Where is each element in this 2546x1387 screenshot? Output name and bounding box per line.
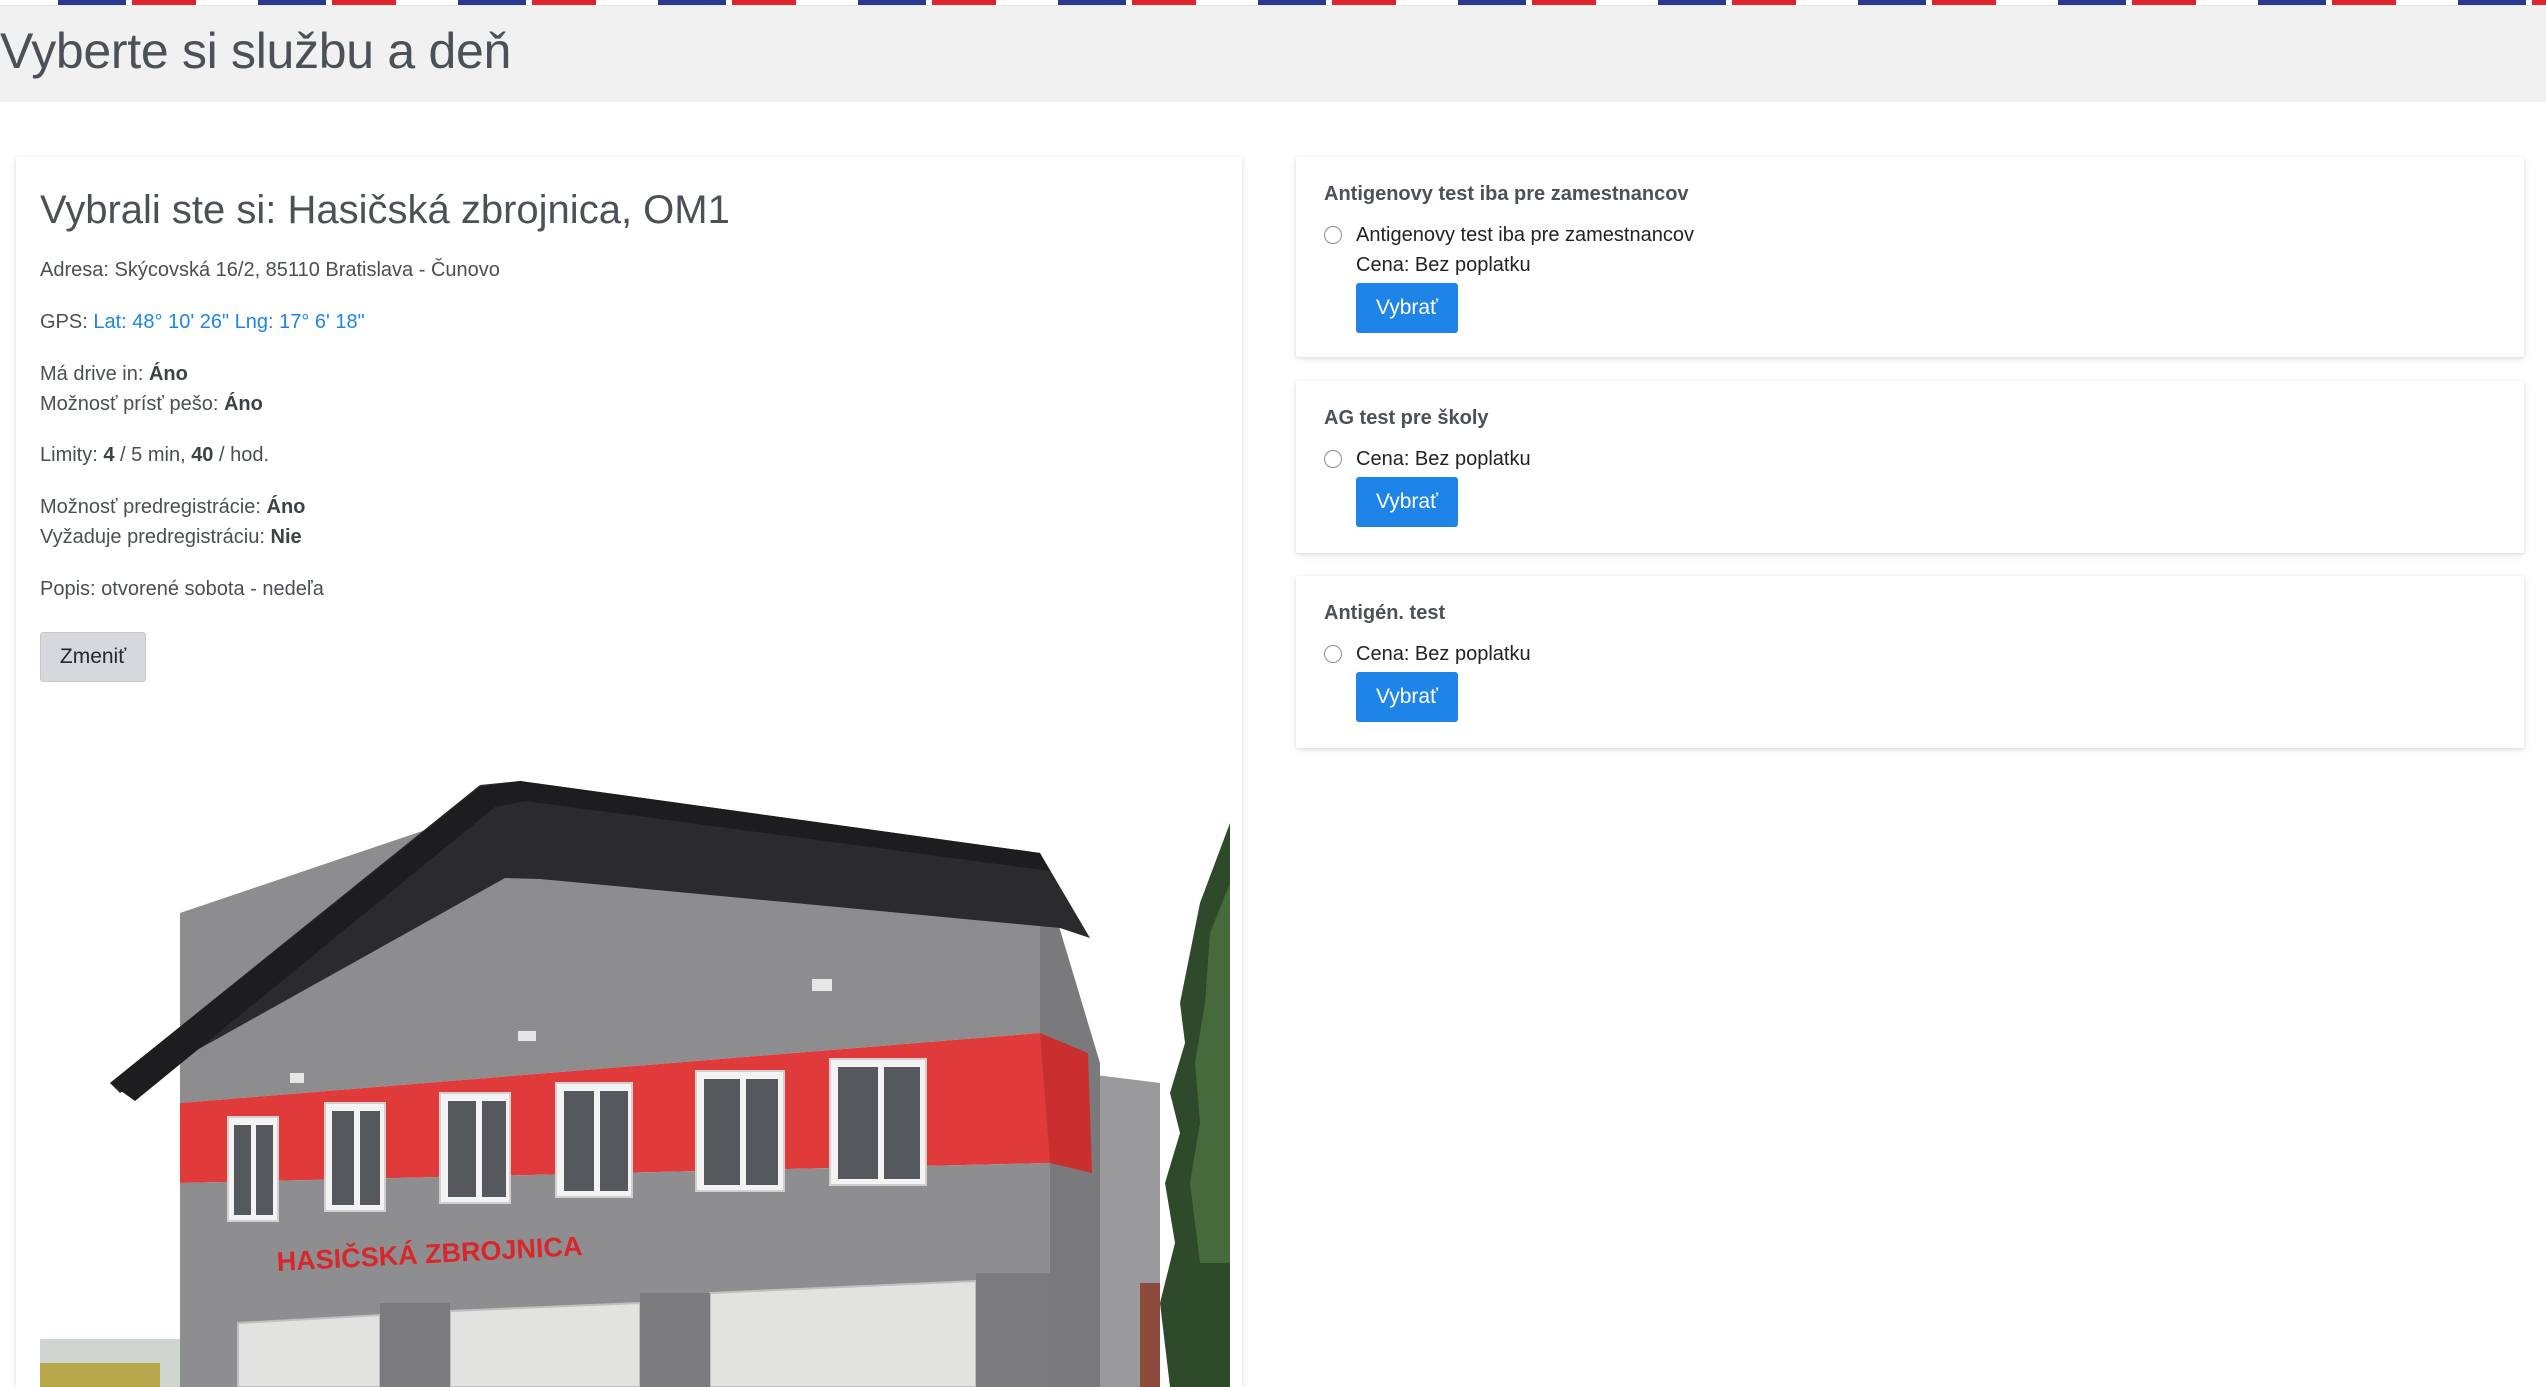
location-photo: HASIČSKÁ ZBROJNICA <box>40 703 1230 1387</box>
change-location-button[interactable]: Zmeniť <box>40 632 146 682</box>
limits-per-5min: 4 <box>103 444 115 466</box>
limits-per-hour-unit: / hod. <box>219 444 270 466</box>
service-card: Antigén. test Cena: Bez poplatku Vybrať <box>1296 576 2524 748</box>
gps-label: GPS: <box>40 311 88 333</box>
address-line: Adresa: Skýcovská 16/2, 85110 Bratislava… <box>40 255 500 285</box>
location-title: Vybrali ste si: Hasičská zbrojnica, OM1 <box>40 188 730 232</box>
drive-in-value: Áno <box>148 363 188 385</box>
drive-in-label: Má drive in: <box>40 363 144 385</box>
limits-per-hour: 40 <box>191 444 214 466</box>
service-title: Antigenovy test iba pre zamestnancov <box>1324 183 1689 205</box>
service-radio[interactable] <box>1324 645 1342 663</box>
description-label: Popis: <box>40 578 96 600</box>
limits-line: Limity: 4 / 5 min, 40 / hod. <box>40 440 269 470</box>
service-price: Cena: Bez poplatku <box>1356 254 1531 276</box>
description-line: Popis: otvorené sobota - nedeľa <box>40 574 324 604</box>
address-value: Skýcovská 16/2, 85110 Bratislava - Čunov… <box>114 259 500 281</box>
walk-in-label: Možnosť prísť pešo: <box>40 393 219 415</box>
prereg-possible-label: Možnosť predregistrácie: <box>40 496 261 518</box>
select-service-button[interactable]: Vybrať <box>1356 672 1458 722</box>
prereg-required-label: Vyžaduje predregistráciu: <box>40 526 265 548</box>
gps-line: GPS: Lat: 48° 10' 26" Lng: 17° 6' 18" <box>40 307 365 337</box>
selected-location-card: Vybrali ste si: Hasičská zbrojnica, OM1 … <box>16 157 1242 1387</box>
address-label: Adresa: <box>40 259 109 281</box>
prereg-possible-value: Áno <box>266 496 306 518</box>
service-card: AG test pre školy Cena: Bez poplatku Vyb… <box>1296 381 2524 553</box>
service-option-name: Antigenovy test iba pre zamestnancov <box>1356 224 1694 246</box>
service-title: Antigén. test <box>1324 602 1446 624</box>
service-radio[interactable] <box>1324 226 1342 244</box>
gps-link[interactable]: Lat: 48° 10' 26" Lng: 17° 6' 18" <box>93 311 364 333</box>
prereg-possible-line: Možnosť predregistrácie: Áno <box>40 492 305 522</box>
select-service-button[interactable]: Vybrať <box>1356 477 1458 527</box>
walk-in-value: Áno <box>223 393 263 415</box>
prereg-required-value: Nie <box>270 526 302 548</box>
page-title: Vyberte si službu a deň <box>0 23 511 79</box>
select-service-button[interactable]: Vybrať <box>1356 283 1458 333</box>
drive-in-line: Má drive in: Áno <box>40 359 188 389</box>
limits-label: Limity: <box>40 444 98 466</box>
service-title: AG test pre školy <box>1324 407 1489 429</box>
limits-per-5min-unit: / 5 min, <box>120 444 186 466</box>
service-radio[interactable] <box>1324 450 1342 468</box>
prereg-required-line: Vyžaduje predregistráciu: Nie <box>40 522 302 552</box>
service-card: Antigenovy test iba pre zamestnancov Ant… <box>1296 157 2524 357</box>
service-price: Cena: Bez poplatku <box>1356 643 1531 665</box>
service-price: Cena: Bez poplatku <box>1356 448 1531 470</box>
description-value: otvorené sobota - nedeľa <box>101 578 324 600</box>
walk-in-line: Možnosť prísť pešo: Áno <box>40 389 263 419</box>
